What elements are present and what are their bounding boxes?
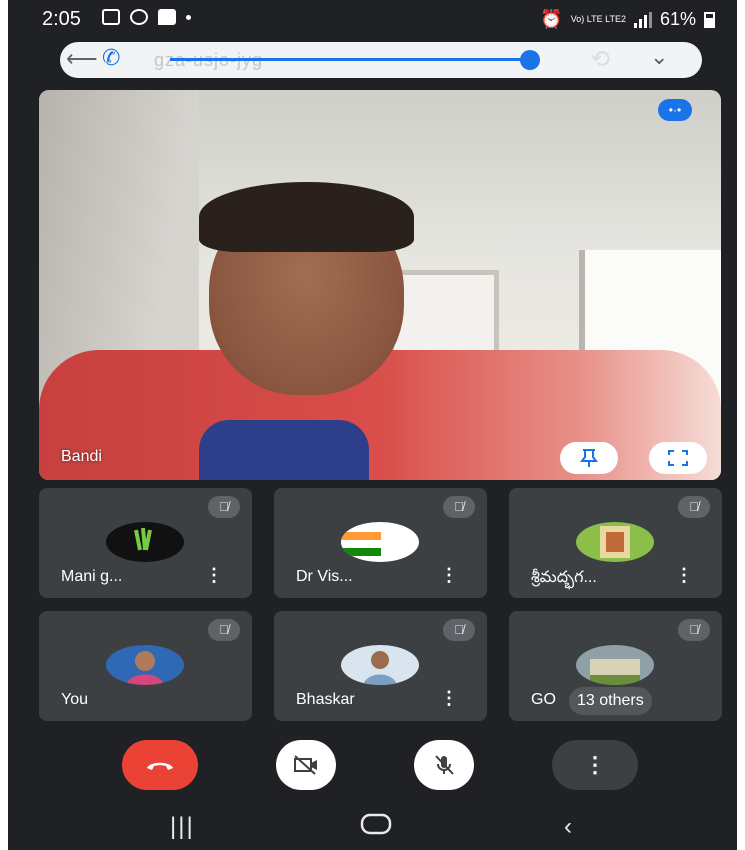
- battery-percent: 61%: [659, 9, 696, 29]
- participant-name: Mani g...: [61, 568, 123, 585]
- others-count-chip[interactable]: 13 others: [569, 687, 652, 715]
- whatsapp-icon: [130, 9, 148, 25]
- mic-off-icon: 🎙̸: [443, 496, 475, 518]
- message-icon: [158, 9, 176, 25]
- meet-call-screen: 2:05 ⏰ Vo) LTE LTE2 61% ⟵ ✆ gza-usjo-jyg…: [8, 0, 737, 850]
- participant-name: శ్రీమద్భగ...: [531, 569, 597, 586]
- more-vert-icon[interactable]: ⋮: [440, 566, 458, 584]
- phone-hangup-icon: [147, 762, 173, 770]
- participant-name: Bhaskar: [296, 691, 355, 708]
- participant-name: You: [61, 691, 88, 708]
- gallery-icon: [102, 9, 120, 25]
- more-options-button[interactable]: ⋮: [552, 740, 638, 790]
- speaker-name: Bandi: [61, 448, 102, 465]
- participant-tile[interactable]: 🎙̸ Dr Vis... ⋮: [274, 488, 487, 598]
- more-vert-icon[interactable]: ⋮: [440, 689, 458, 707]
- photo-avatar: [341, 645, 419, 685]
- monster-energy-avatar: [106, 522, 184, 562]
- switch-camera-icon[interactable]: ⟲: [590, 45, 610, 74]
- call-info-bar[interactable]: ⟵ ✆ gza-usjo-jyg ⟲ ⌄: [60, 42, 702, 78]
- main-video[interactable]: •·• Bandi: [39, 90, 721, 480]
- pin-icon: [580, 449, 598, 467]
- flag-avatar: [341, 522, 419, 562]
- video-subject-clothing: [39, 350, 721, 480]
- participant-tile[interactable]: 🎙̸ Mani g... ⋮: [39, 488, 252, 598]
- camera-off-icon: [294, 755, 317, 775]
- mic-off-icon: 🎙̸: [208, 619, 240, 641]
- mic-off-icon: 🎙̸: [208, 496, 240, 518]
- fullscreen-icon: [668, 450, 688, 466]
- status-bar: 2:05 ⏰ Vo) LTE LTE2 61%: [8, 0, 737, 38]
- end-call-button[interactable]: [122, 740, 198, 790]
- video-subject-hair: [199, 182, 414, 252]
- building-avatar: [576, 645, 654, 685]
- back-arrow-icon[interactable]: ⟵: [66, 46, 98, 72]
- mic-toggle-button[interactable]: [414, 740, 474, 790]
- more-vert-icon: ⋮: [584, 752, 606, 777]
- home-icon[interactable]: [360, 813, 392, 842]
- participant-tile[interactable]: 🎙̸ శ్రీమద్భగ... ⋮: [509, 488, 722, 598]
- mic-off-icon: 🎙̸: [678, 496, 710, 518]
- participant-tile[interactable]: 🎙̸ GO 13 others: [509, 611, 722, 721]
- status-right: ⏰ Vo) LTE LTE2 61%: [540, 9, 715, 30]
- people-icon[interactable]: •·•: [658, 99, 692, 121]
- mic-off-icon: 🎙̸: [678, 619, 710, 641]
- recents-icon[interactable]: |||: [170, 813, 195, 841]
- fullscreen-button[interactable]: [649, 442, 707, 474]
- back-icon[interactable]: ‹: [564, 813, 572, 841]
- status-notification-icons: [102, 9, 191, 25]
- participant-tile[interactable]: 🎙̸ Bhaskar ⋮: [274, 611, 487, 721]
- image-avatar: [576, 522, 654, 562]
- mic-off-icon: 🎙̸: [443, 619, 475, 641]
- chevron-down-icon[interactable]: ⌄: [650, 44, 668, 70]
- more-vert-icon[interactable]: ⋮: [205, 566, 223, 584]
- video-subject-blouse: [199, 420, 369, 480]
- volume-slider-track[interactable]: [170, 58, 530, 61]
- participant-tile[interactable]: 🎙̸ You: [39, 611, 252, 721]
- participant-name: Dr Vis...: [296, 568, 353, 585]
- mic-off-icon: [435, 755, 454, 775]
- more-notifications-icon: [186, 14, 191, 20]
- more-vert-icon[interactable]: ⋮: [675, 566, 693, 584]
- signal-icon: [633, 11, 652, 28]
- camera-toggle-button[interactable]: [276, 740, 336, 790]
- photo-avatar: [106, 645, 184, 685]
- network-indicator: Vo) LTE LTE2: [570, 14, 626, 24]
- battery-icon: [704, 11, 715, 28]
- phone-icon: ✆: [102, 45, 121, 70]
- status-time: 2:05: [42, 8, 81, 30]
- volume-slider-handle[interactable]: [520, 50, 540, 70]
- system-nav-bar: ||| ‹: [8, 805, 737, 850]
- alarm-icon: ⏰: [540, 9, 563, 29]
- call-controls: ⋮: [8, 740, 737, 792]
- pin-button[interactable]: [560, 442, 618, 474]
